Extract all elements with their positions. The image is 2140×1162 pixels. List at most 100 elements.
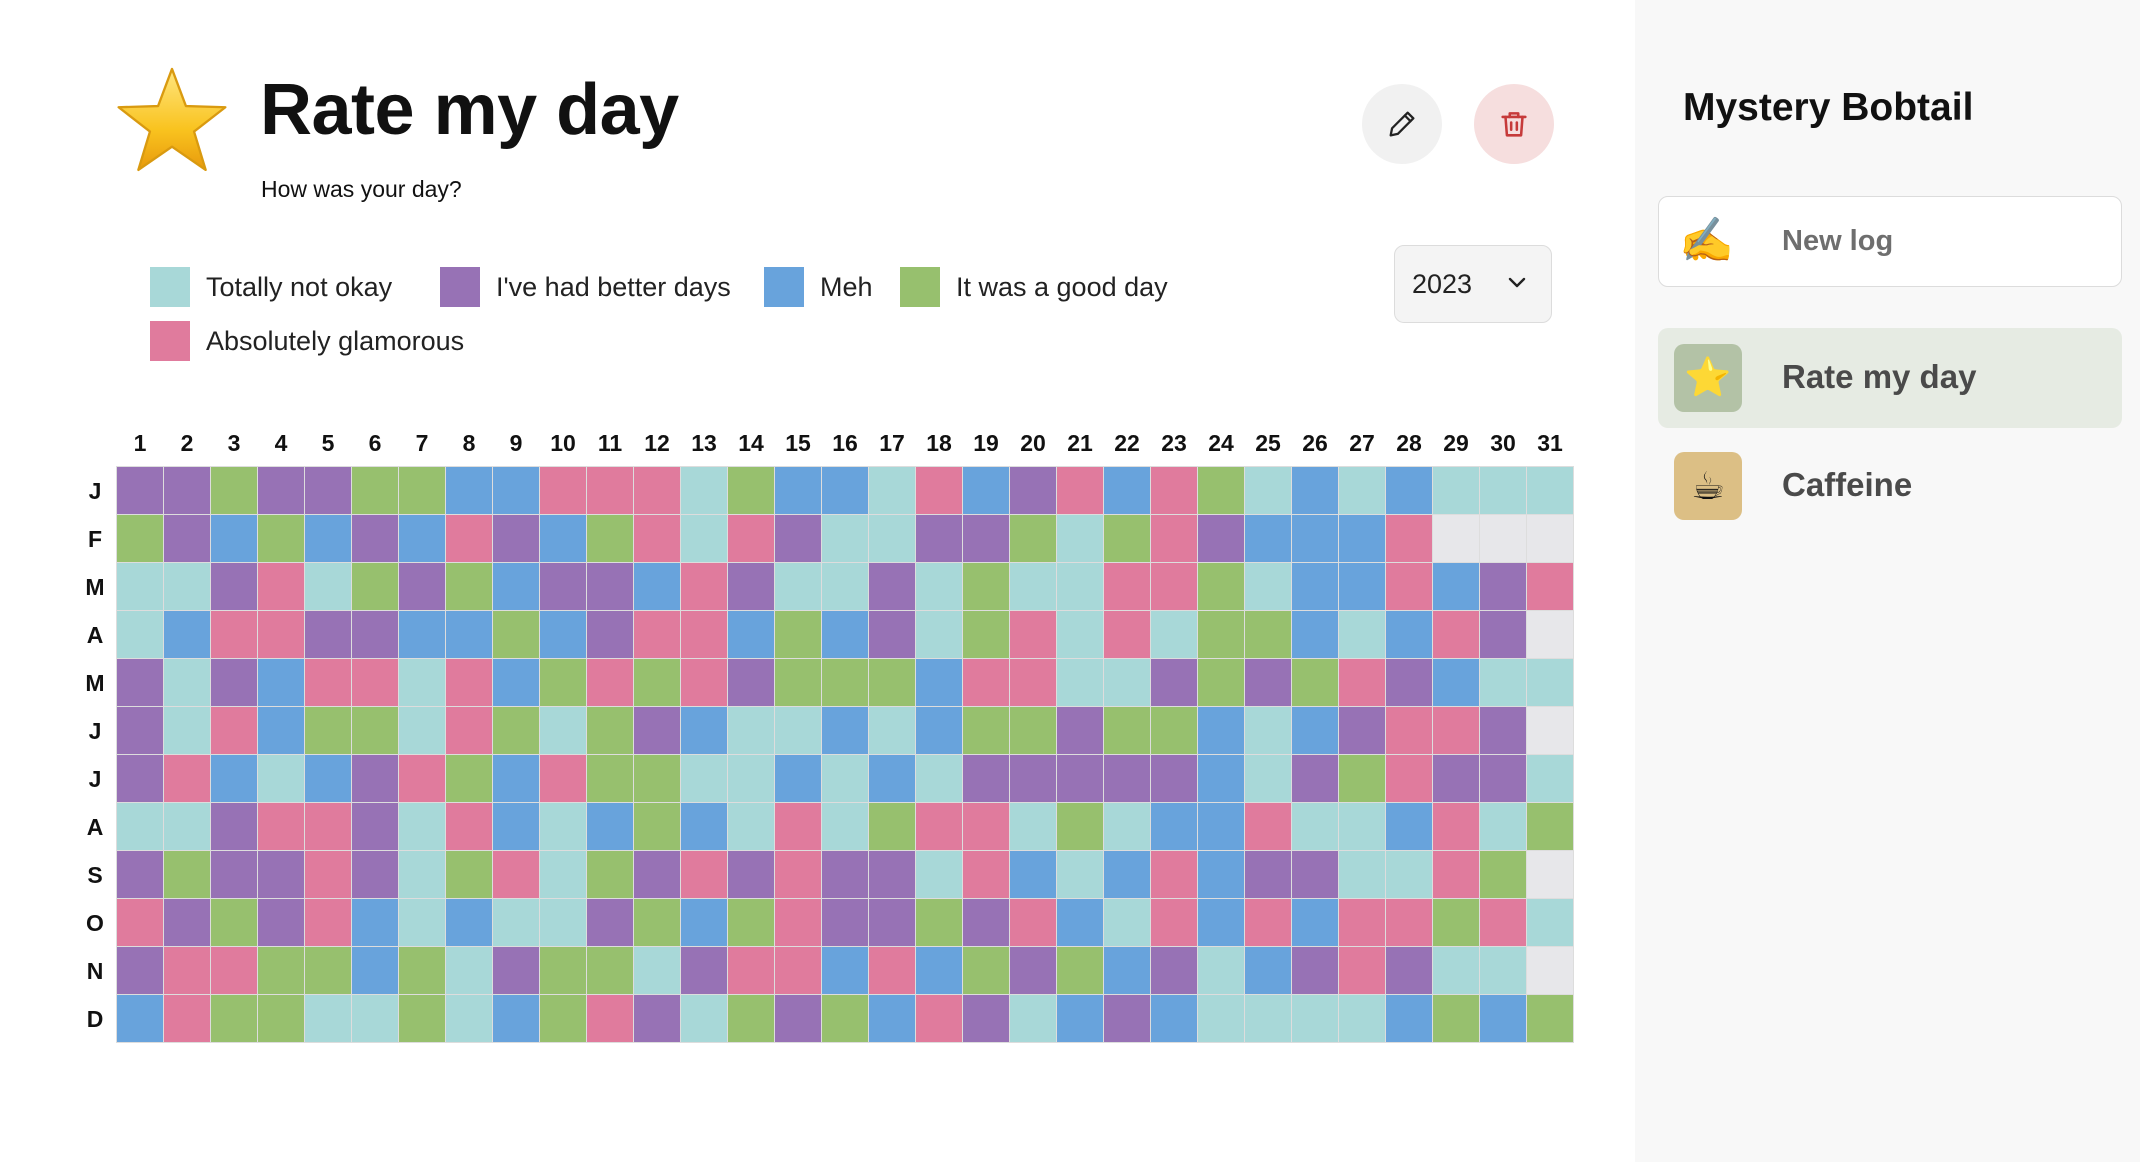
day-cell[interactable] [822, 899, 868, 946]
day-cell[interactable] [775, 707, 821, 754]
day-cell[interactable] [634, 707, 680, 754]
day-cell[interactable] [1386, 851, 1432, 898]
day-cell[interactable] [1386, 707, 1432, 754]
day-cell[interactable] [634, 659, 680, 706]
day-cell[interactable] [1527, 803, 1573, 850]
day-cell[interactable] [352, 803, 398, 850]
day-cell[interactable] [1245, 467, 1291, 514]
day-cell[interactable] [916, 659, 962, 706]
day-cell[interactable] [681, 611, 727, 658]
day-cell[interactable] [1198, 515, 1244, 562]
day-cell[interactable] [587, 659, 633, 706]
day-cell[interactable] [1339, 467, 1385, 514]
day-cell[interactable] [446, 995, 492, 1042]
day-cell[interactable] [681, 851, 727, 898]
day-cell[interactable] [1104, 947, 1150, 994]
day-cell[interactable] [775, 515, 821, 562]
day-cell[interactable] [1245, 899, 1291, 946]
day-cell[interactable] [634, 995, 680, 1042]
day-cell[interactable] [352, 995, 398, 1042]
day-cell[interactable] [681, 515, 727, 562]
edit-button[interactable] [1362, 84, 1442, 164]
day-cell[interactable] [1104, 707, 1150, 754]
day-cell[interactable] [258, 851, 304, 898]
day-cell[interactable] [305, 755, 351, 802]
day-cell[interactable] [493, 995, 539, 1042]
day-cell[interactable] [117, 611, 163, 658]
day-cell[interactable] [634, 851, 680, 898]
day-cell[interactable] [1151, 659, 1197, 706]
day-cell[interactable] [1151, 755, 1197, 802]
day-cell[interactable] [822, 707, 868, 754]
day-cell[interactable] [211, 611, 257, 658]
day-cell[interactable] [540, 851, 586, 898]
day-cell[interactable] [728, 995, 774, 1042]
day-cell[interactable] [305, 563, 351, 610]
day-cell[interactable] [822, 515, 868, 562]
day-cell[interactable] [1010, 947, 1056, 994]
day-cell[interactable] [211, 707, 257, 754]
day-cell[interactable] [822, 659, 868, 706]
day-cell[interactable] [728, 611, 774, 658]
day-cell[interactable] [869, 467, 915, 514]
day-cell[interactable] [775, 467, 821, 514]
day-cell[interactable] [1198, 803, 1244, 850]
day-cell[interactable] [1198, 947, 1244, 994]
day-cell[interactable] [587, 995, 633, 1042]
day-cell[interactable] [1386, 563, 1432, 610]
day-cell[interactable] [1480, 755, 1526, 802]
day-cell[interactable] [493, 659, 539, 706]
day-cell[interactable] [1198, 899, 1244, 946]
day-cell[interactable] [681, 803, 727, 850]
day-cell[interactable] [634, 755, 680, 802]
day-cell[interactable] [728, 563, 774, 610]
day-cell[interactable] [1057, 899, 1103, 946]
day-cell[interactable] [1386, 515, 1432, 562]
day-cell[interactable] [164, 659, 210, 706]
day-cell[interactable] [305, 995, 351, 1042]
day-cell[interactable] [1057, 995, 1103, 1042]
day-cell[interactable] [1386, 467, 1432, 514]
day-cell[interactable] [1527, 467, 1573, 514]
day-cell[interactable] [164, 563, 210, 610]
day-cell[interactable] [728, 515, 774, 562]
day-cell[interactable] [1480, 899, 1526, 946]
day-cell[interactable] [540, 563, 586, 610]
day-cell[interactable] [1198, 659, 1244, 706]
day-cell[interactable] [258, 947, 304, 994]
day-cell[interactable] [211, 851, 257, 898]
day-cell[interactable] [1151, 611, 1197, 658]
day-cell[interactable] [1292, 611, 1338, 658]
day-cell[interactable] [1480, 995, 1526, 1042]
day-cell[interactable] [399, 659, 445, 706]
day-cell[interactable] [587, 515, 633, 562]
day-cell[interactable] [211, 803, 257, 850]
day-cell[interactable] [681, 467, 727, 514]
day-cell[interactable] [1433, 611, 1479, 658]
day-cell[interactable] [1433, 755, 1479, 802]
day-cell[interactable] [1104, 563, 1150, 610]
day-cell[interactable] [493, 611, 539, 658]
day-cell[interactable] [1527, 899, 1573, 946]
day-cell[interactable] [164, 755, 210, 802]
day-cell[interactable] [211, 659, 257, 706]
day-cell[interactable] [352, 659, 398, 706]
day-cell[interactable] [775, 995, 821, 1042]
day-cell[interactable] [446, 947, 492, 994]
day-cell[interactable] [1057, 803, 1103, 850]
day-cell[interactable] [1245, 659, 1291, 706]
day-cell[interactable] [493, 755, 539, 802]
day-cell[interactable] [916, 611, 962, 658]
day-cell[interactable] [1151, 515, 1197, 562]
day-cell[interactable] [258, 707, 304, 754]
day-cell[interactable] [211, 515, 257, 562]
day-cell[interactable] [540, 899, 586, 946]
day-cell[interactable] [1433, 659, 1479, 706]
day-cell[interactable] [1245, 995, 1291, 1042]
day-cell[interactable] [1292, 947, 1338, 994]
day-cell[interactable] [587, 755, 633, 802]
day-cell[interactable] [1480, 851, 1526, 898]
day-cell[interactable] [540, 803, 586, 850]
day-cell[interactable] [963, 995, 1009, 1042]
sidebar-item-caffeine[interactable]: ☕ Caffeine [1658, 436, 2122, 536]
